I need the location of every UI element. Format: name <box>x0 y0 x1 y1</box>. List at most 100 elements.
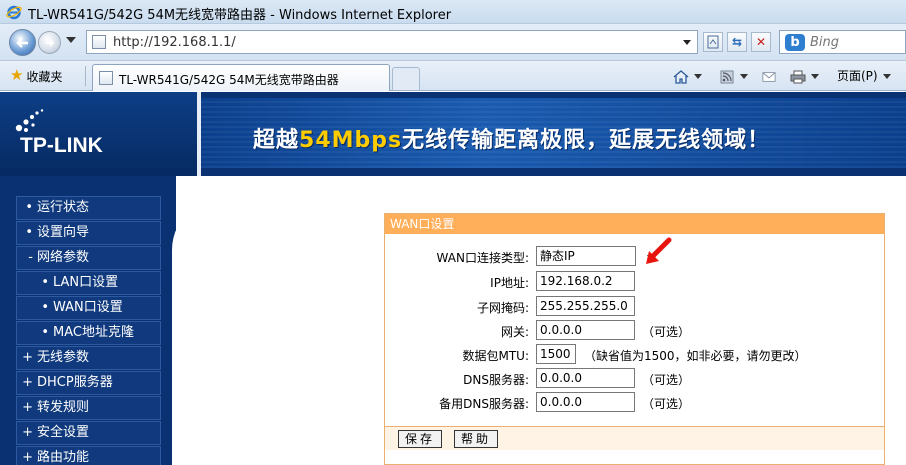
address-toolbar: http://192.168.1.1/ ⇆ ✕ b Bing <box>0 24 906 61</box>
dns-hint: （可选） <box>642 373 691 387</box>
mail-button[interactable] <box>762 67 776 85</box>
tp-link-logo: TP-LINK <box>0 92 200 176</box>
url-text[interactable]: http://192.168.1.1/ <box>113 35 236 50</box>
active-tab[interactable]: TL-WR541G/542G 54M无线宽带路由器 <box>92 64 390 91</box>
menu-item-mac-clone[interactable]: • MAC地址克隆 <box>16 321 161 345</box>
forward-arrow-icon <box>46 39 55 47</box>
compatibility-view-button[interactable] <box>703 32 723 52</box>
menu-item-lan[interactable]: • LAN口设置 <box>16 271 161 295</box>
rss-icon <box>720 70 734 83</box>
menu-label: 路由功能 <box>37 450 90 465</box>
menu-item-wizard[interactable]: • 设置向导 <box>16 221 161 245</box>
menu-label: WAN口设置 <box>53 300 123 315</box>
address-field[interactable]: http://192.168.1.1/ <box>86 30 698 54</box>
back-button[interactable] <box>9 29 36 56</box>
menu-item-dhcp[interactable]: + DHCP服务器 <box>16 371 161 395</box>
wan-settings-panel: WAN口设置 WAN口连接类型: 静态IP IP地址: 192.168.0.2 … <box>384 213 885 465</box>
dns-input[interactable]: 0.0.0.0 <box>536 368 635 388</box>
row-dns2: 备用DNS服务器: 0.0.0.0 （可选） <box>385 392 884 414</box>
mtu-hint: （缺省值为1500，如非必要，请勿更改） <box>584 349 807 363</box>
refresh-button[interactable]: ⇆ <box>727 32 747 52</box>
row-mask: 子网掩码: 255.255.255.0 <box>385 296 884 318</box>
star-icon: ★ <box>10 66 24 84</box>
address-dropdown-icon[interactable] <box>683 40 691 45</box>
home-icon <box>673 69 689 84</box>
mtu-label: 数据包MTU: <box>462 349 529 363</box>
row-dns: DNS服务器: 0.0.0.0 （可选） <box>385 368 884 390</box>
save-button[interactable]: 保存 <box>398 430 442 448</box>
menu-label: 无线参数 <box>37 350 90 365</box>
gateway-hint: （可选） <box>642 325 691 339</box>
secondary-dns-label: 备用DNS服务器: <box>439 397 529 411</box>
print-button[interactable] <box>790 67 819 85</box>
menu-item-wan[interactable]: • WAN口设置 <box>16 296 161 320</box>
menu-bullet: + <box>22 350 33 365</box>
feeds-button[interactable] <box>719 67 748 85</box>
secondary-dns-hint: （可选） <box>642 397 691 411</box>
home-button[interactable] <box>673 67 702 85</box>
secondary-dns-input[interactable]: 0.0.0.0 <box>536 392 635 412</box>
internet-explorer-icon <box>6 5 22 20</box>
panel-footer: 保存 帮助 <box>385 426 884 450</box>
menu-item-network[interactable]: - 网络参数 <box>16 246 161 270</box>
banner-slogan: 超越54Mbps无线传输距离极限，延展无线领域！ <box>253 122 770 154</box>
menu-label: MAC地址克隆 <box>53 325 134 340</box>
connection-type-select[interactable]: 静态IP <box>536 246 655 266</box>
menu-item-forwarding[interactable]: + 转发规则 <box>16 396 161 420</box>
ip-input[interactable]: 192.168.0.2 <box>536 271 635 291</box>
menu-bullet: • <box>41 275 49 290</box>
tab-toolbar: ★ 收藏夹 TL-WR541G/542G 54M无线宽带路由器 页面(P) <box>0 61 906 91</box>
window-title: TL-WR541G/542G 54M无线宽带路由器 - Windows Inte… <box>28 8 452 23</box>
forward-button[interactable] <box>38 31 61 54</box>
router-banner: TP-LINK 超越54Mbps无线传输距离极限，延展无线领域！ <box>0 92 906 176</box>
menu-item-routing[interactable]: + 路由功能 <box>16 446 161 465</box>
tab-title: TL-WR541G/542G 54M无线宽带路由器 <box>119 73 339 87</box>
dns-label: DNS服务器: <box>463 373 529 387</box>
menu-item-wireless[interactable]: + 无线参数 <box>16 346 161 370</box>
menu-bullet: + <box>22 400 33 415</box>
menu-label: 转发规则 <box>37 400 90 415</box>
menu-label: LAN口设置 <box>53 275 119 290</box>
menu-label: 安全设置 <box>37 425 90 440</box>
logo-text: TP-LINK <box>20 134 103 157</box>
row-mtu: 数据包MTU: 1500 （缺省值为1500，如非必要，请勿更改） <box>385 344 884 366</box>
logo-dots-icon <box>15 109 44 132</box>
menu-bullet: + <box>22 450 33 465</box>
menu-label: DHCP服务器 <box>37 375 113 390</box>
page-icon <box>92 35 106 49</box>
menu-bullet: • <box>41 325 49 340</box>
gateway-input[interactable]: 0.0.0.0 <box>536 320 635 340</box>
gateway-label: 网关: <box>500 325 529 339</box>
row-connection-type: WAN口连接类型: 静态IP <box>385 237 884 268</box>
page-menu-button[interactable]: 页面(P) <box>837 67 891 85</box>
stop-button[interactable]: ✕ <box>751 32 771 52</box>
frame-corner <box>172 190 262 465</box>
subnet-mask-input[interactable]: 255.255.255.0 <box>536 296 635 316</box>
router-page: TP-LINK 超越54Mbps无线传输距离极限，延展无线领域！ • 运行状态 •… <box>0 92 906 465</box>
favorites-button[interactable]: ★ 收藏夹 <box>10 66 63 85</box>
slogan-part2: 无线传输距离极限，延展无线领域！ <box>402 128 771 153</box>
new-tab-button[interactable] <box>392 67 420 90</box>
menu-item-status[interactable]: • 运行状态 <box>16 196 161 220</box>
help-button[interactable]: 帮助 <box>454 430 498 448</box>
mtu-input[interactable]: 1500 <box>536 344 576 364</box>
menu-label: 网络参数 <box>37 250 90 265</box>
panel-title: WAN口设置 <box>385 214 884 234</box>
mail-icon <box>762 71 776 82</box>
search-field[interactable]: b Bing <box>779 30 906 54</box>
favorites-label: 收藏夹 <box>26 70 63 84</box>
page-menu-label: 页面(P) <box>837 69 878 83</box>
recent-pages-dropdown[interactable] <box>66 37 76 43</box>
menu-bullet: • <box>25 225 33 240</box>
bing-icon: b <box>785 34 805 51</box>
menu-item-security[interactable]: + 安全设置 <box>16 421 161 445</box>
banner-bottom-strip <box>201 168 906 176</box>
menu-bullet: + <box>22 375 33 390</box>
refresh-icon: ⇆ <box>731 35 743 49</box>
banner-slogan-area: 超越54Mbps无线传输距离极限，延展无线领域！ <box>201 98 906 168</box>
slogan-part1: 超越 <box>253 128 300 153</box>
menu-label: 设置向导 <box>37 225 90 240</box>
search-placeholder[interactable]: Bing <box>810 35 839 50</box>
menu-label: 运行状态 <box>37 200 90 215</box>
red-arrow-icon <box>646 237 672 264</box>
